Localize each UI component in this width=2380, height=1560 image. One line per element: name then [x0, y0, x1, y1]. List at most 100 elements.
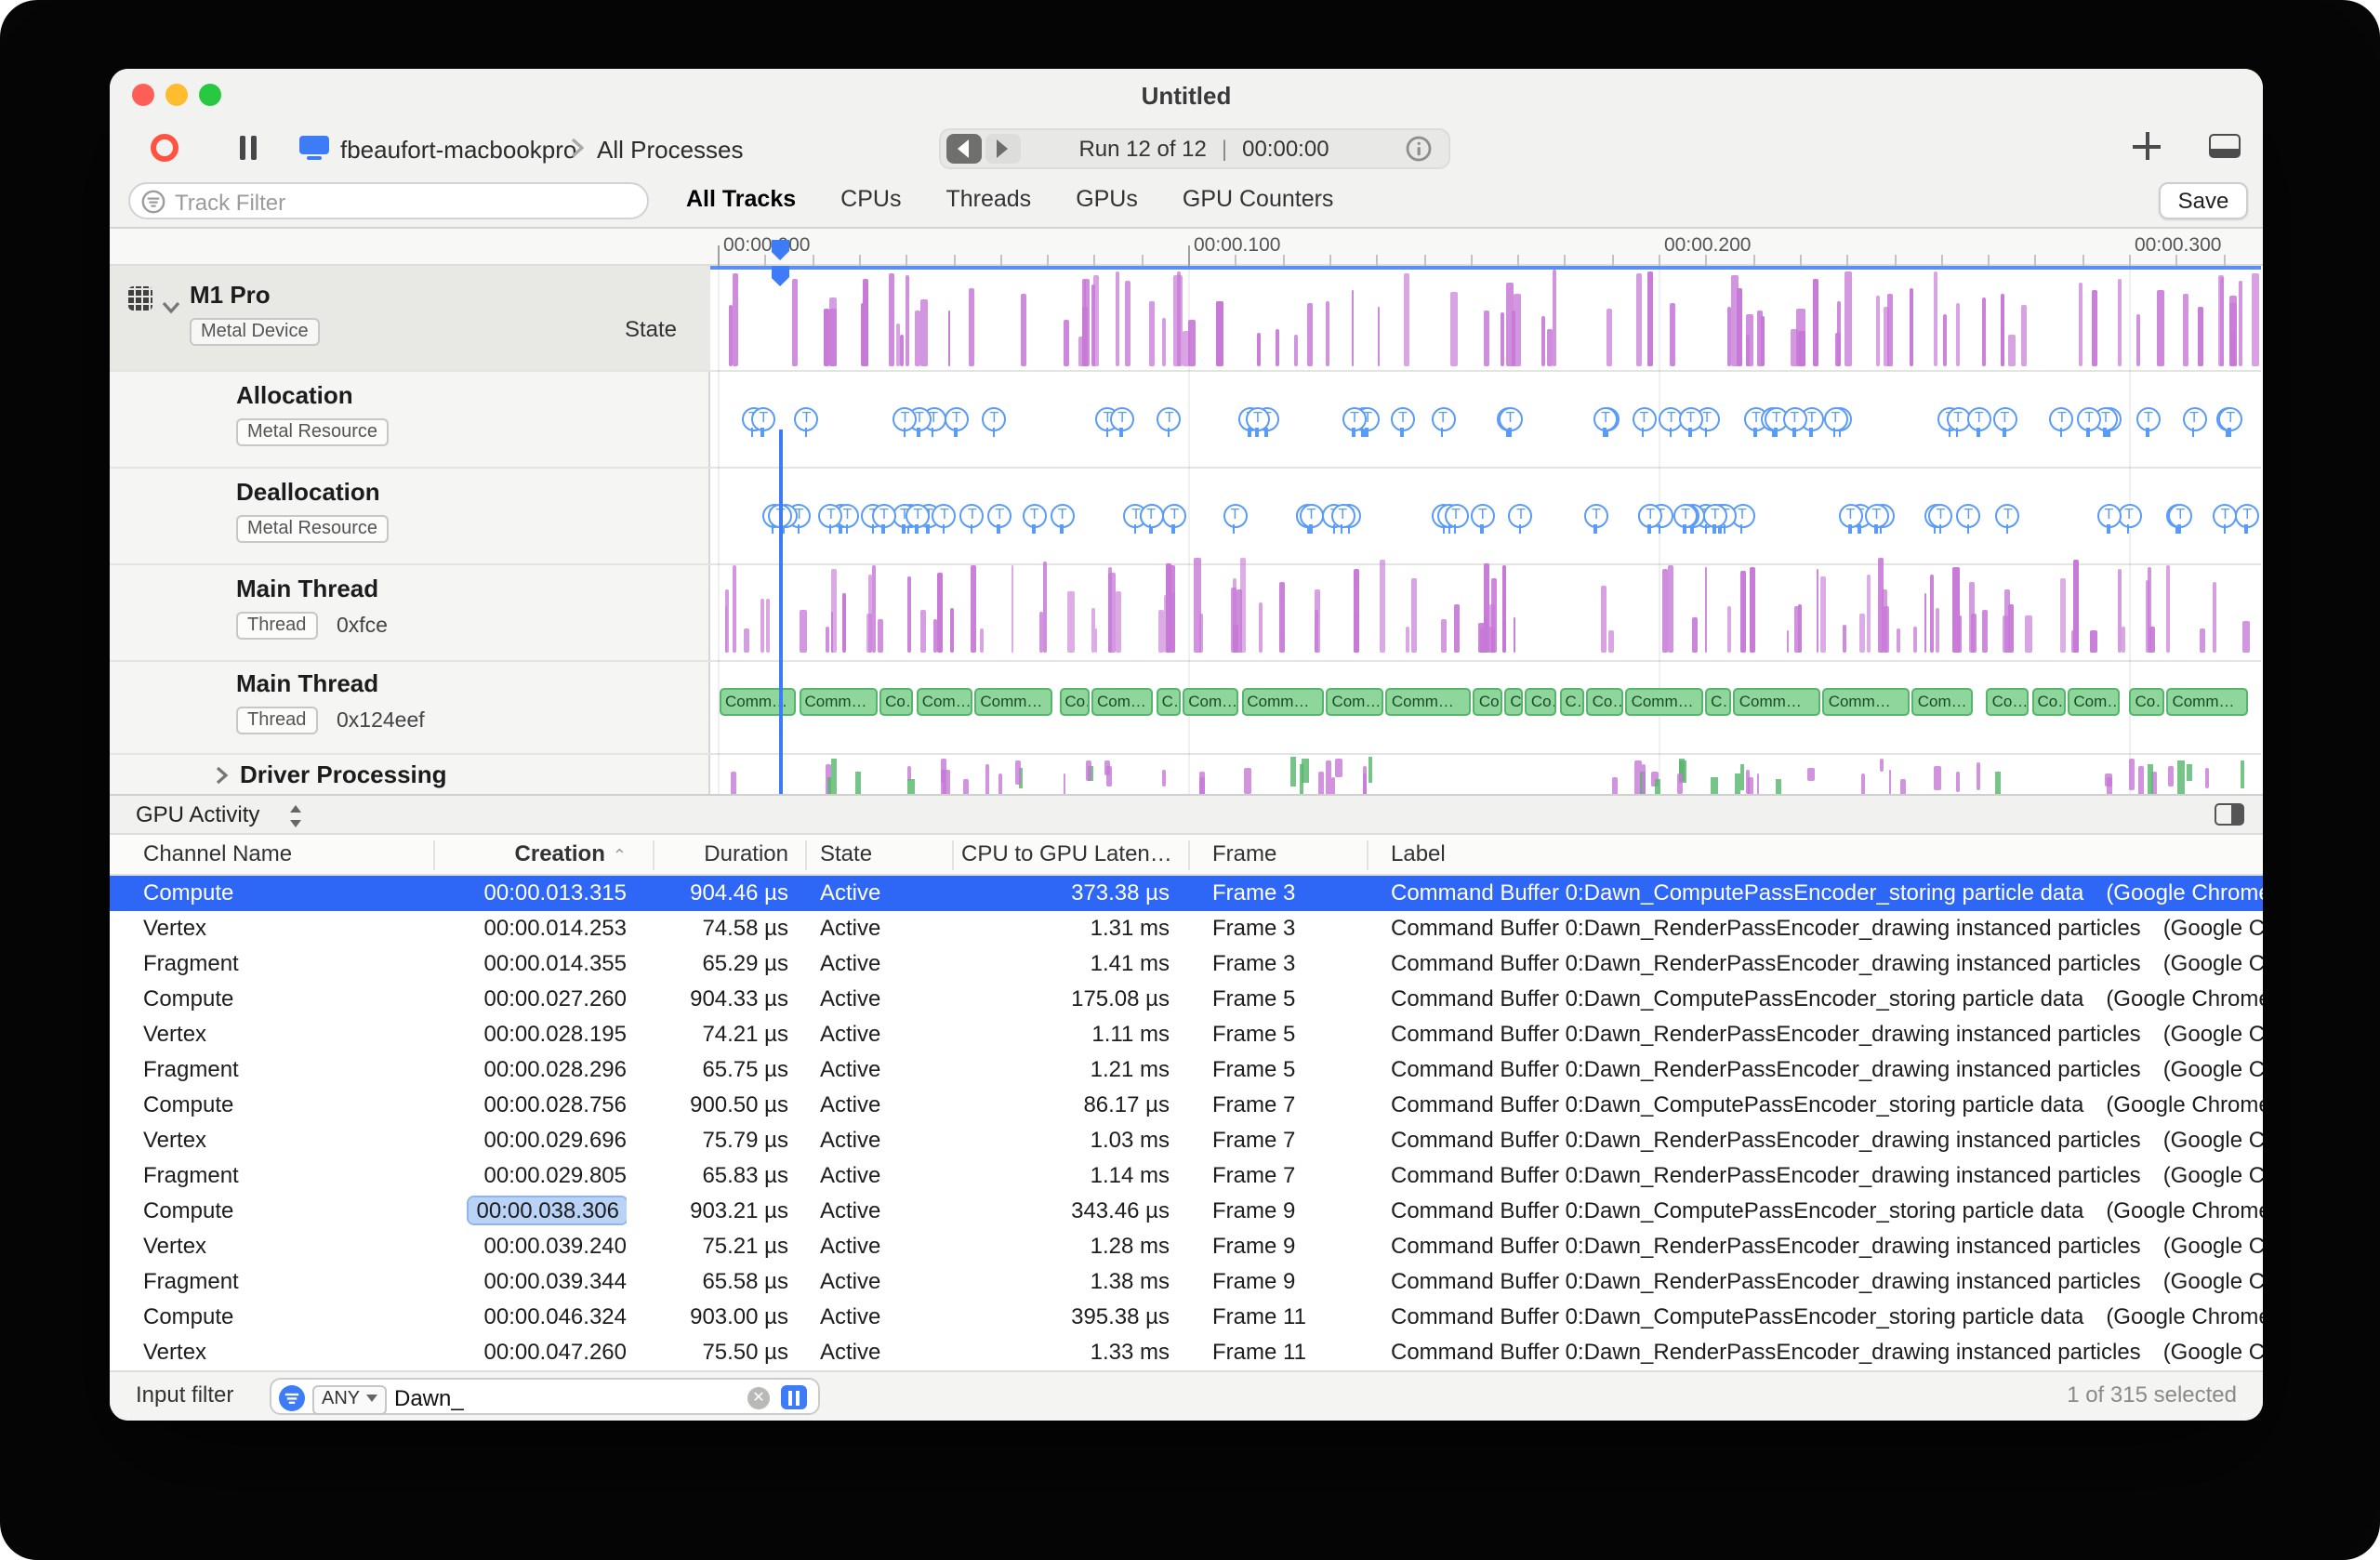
tab-cpus[interactable]: CPUs	[840, 186, 901, 212]
deallocation-marker[interactable]: T	[1702, 503, 1727, 534]
command-buffer-block[interactable]: Comm…	[1625, 688, 1703, 716]
deallocation-marker[interactable]: T	[2096, 503, 2122, 534]
device-name[interactable]: fbeaufort-macbookpro	[340, 136, 576, 164]
toggle-inspector-button[interactable]	[2215, 803, 2244, 826]
deallocation-marker[interactable]: T	[1470, 503, 1495, 534]
table-row[interactable]: Fragment 00:00.029.805 65.83 µs Active 1.14 …	[110, 1158, 2263, 1194]
next-run-button[interactable]	[985, 134, 1021, 164]
allocation-marker[interactable]: T	[1391, 406, 1416, 437]
table-row[interactable]: Compute 00:00.013.315 904.46 µs Active 373.3…	[110, 876, 2263, 911]
playhead-line[interactable]	[779, 430, 782, 794]
command-buffer-block[interactable]: Comm…	[1822, 688, 1910, 716]
deallocation-marker[interactable]: T	[1444, 503, 1469, 534]
command-buffer-block[interactable]: C…	[1705, 688, 1731, 716]
deallocation-marker[interactable]: T	[1223, 503, 1248, 534]
col-header-state[interactable]: State	[820, 840, 954, 866]
record-icon[interactable]	[151, 134, 178, 162]
tab-gpu-counters[interactable]: GPU Counters	[1183, 186, 1334, 212]
allocation-marker[interactable]: T	[2182, 406, 2207, 437]
tab-all-tracks[interactable]: All Tracks	[686, 186, 796, 212]
command-buffer-block[interactable]: Co…	[1525, 688, 1557, 716]
table-row[interactable]: Fragment 00:00.039.344 65.58 µs Active 1.38 …	[110, 1264, 2263, 1300]
command-buffer-block[interactable]: Com…	[1091, 688, 1154, 716]
track-header-main-thread-0x124eef[interactable]: Main Thread Thread 0x124eef	[110, 660, 710, 753]
command-buffer-block[interactable]: Comm…	[1385, 688, 1471, 716]
deallocation-marker[interactable]: T	[959, 503, 985, 534]
track-filter-input[interactable]: Track Filter	[128, 182, 649, 219]
filter-options-button[interactable]	[781, 1385, 807, 1409]
col-header-channel-name[interactable]: Channel Name	[143, 840, 422, 866]
allocation-marker[interactable]: T	[2218, 406, 2243, 437]
allocation-marker[interactable]: T	[982, 406, 1007, 437]
deallocation-marker[interactable]: T	[871, 503, 896, 534]
clear-filter-button[interactable]: ✕	[747, 1386, 770, 1408]
allocation-marker[interactable]: T	[1992, 406, 2017, 437]
table-row[interactable]: Compute 00:00.038.306 903.21 µs Active 343.4…	[110, 1194, 2263, 1229]
deallocation-marker[interactable]: T	[1956, 503, 1981, 534]
deallocation-marker[interactable]: T	[1050, 503, 1075, 534]
title-bar[interactable]: Untitled	[110, 69, 2263, 121]
allocation-marker[interactable]: T	[1431, 406, 1456, 437]
track-header-deallocation[interactable]: Deallocation Metal Resource	[110, 467, 710, 563]
command-buffer-block[interactable]: Comm…	[1733, 688, 1820, 716]
allocation-marker[interactable]: T	[944, 406, 969, 437]
deallocation-marker[interactable]: T	[1584, 503, 1609, 534]
track-header-driver-processing[interactable]: Driver Processing	[110, 753, 710, 794]
allocation-marker[interactable]: T	[1823, 406, 1848, 437]
command-buffer-block[interactable]: Comm…	[799, 688, 878, 716]
allocation-marker[interactable]: T	[1342, 406, 1367, 437]
command-buffer-block[interactable]: Com…	[2068, 688, 2121, 716]
command-buffer-block[interactable]: Comm…	[720, 688, 797, 716]
save-button[interactable]: Save	[2159, 182, 2248, 219]
deallocation-marker[interactable]: T	[1299, 503, 1324, 534]
table-row[interactable]: Vertex 00:00.039.240 75.21 µs Active 1.28 ms…	[110, 1229, 2263, 1264]
col-header-cpu-to-gpu-latency[interactable]: CPU to GPU Laten…	[961, 840, 1170, 866]
allocation-marker[interactable]: T	[751, 406, 776, 437]
allocation-marker[interactable]: T	[1782, 406, 1807, 437]
command-buffer-block[interactable]: C…	[1559, 688, 1584, 716]
command-buffer-block[interactable]: C…	[1156, 688, 1181, 716]
deallocation-marker[interactable]: T	[1508, 503, 1533, 534]
command-buffer-block[interactable]: Com…	[1911, 688, 1973, 716]
deallocation-marker[interactable]: T	[1330, 503, 1355, 534]
table-row[interactable]: Compute 00:00.046.324 903.00 µs Active 395.3…	[110, 1300, 2263, 1335]
command-buffer-block[interactable]: Co…	[879, 688, 914, 716]
allocation-marker[interactable]: T	[1966, 406, 1991, 437]
tab-threads[interactable]: Threads	[945, 186, 1031, 212]
table-row[interactable]: Compute 00:00.027.260 904.33 µs Active 175.0…	[110, 982, 2263, 1017]
deallocation-marker[interactable]: T	[987, 503, 1012, 534]
command-buffer-block[interactable]: Comm…	[1241, 688, 1324, 716]
track-header-allocation[interactable]: Allocation Metal Resource	[110, 370, 710, 467]
table-row[interactable]: Vertex 00:00.028.195 74.21 µs Active 1.11 ms…	[110, 1017, 2263, 1052]
table-row[interactable]: Compute 00:00.028.756 900.50 µs Active 86.17…	[110, 1088, 2263, 1123]
deallocation-marker[interactable]: T	[1838, 503, 1863, 534]
col-header-duration[interactable]: Duration	[640, 840, 788, 866]
command-buffer-block[interactable]: C…	[1504, 688, 1523, 716]
deallocation-marker[interactable]: T	[2168, 503, 2193, 534]
command-buffer-block[interactable]: Comm…	[974, 688, 1053, 716]
command-buffer-block[interactable]: Co…	[2129, 688, 2164, 716]
detail-view-popup[interactable]: GPU Activity	[136, 801, 259, 827]
tab-gpus[interactable]: GPUs	[1076, 186, 1138, 212]
deallocation-marker[interactable]: T	[1139, 503, 1164, 534]
allocation-marker[interactable]: T	[2077, 406, 2102, 437]
allocation-marker[interactable]: T	[1498, 406, 1523, 437]
table-row[interactable]: Vertex 00:00.029.696 75.79 µs Active 1.03 ms…	[110, 1123, 2263, 1158]
allocation-marker[interactable]: T	[1245, 406, 1270, 437]
table-row[interactable]: Fragment 00:00.028.296 65.75 µs Active 1.21 …	[110, 1052, 2263, 1088]
deallocation-marker[interactable]: T	[1864, 503, 1889, 534]
table-row[interactable]: Fragment 00:00.014.355 65.29 µs Active 1.41 …	[110, 946, 2263, 982]
allocation-marker[interactable]: T	[1157, 406, 1182, 437]
active-filter-icon[interactable]	[279, 1385, 305, 1417]
allocation-marker[interactable]: T	[2049, 406, 2074, 437]
command-buffer-block[interactable]: Co…	[1586, 688, 1623, 716]
timeline-ruler[interactable]: 00:00.000 00:00.100 00:00.200 00:00.300	[110, 229, 2263, 266]
deallocation-marker[interactable]: T	[932, 503, 957, 534]
toggle-detail-pane-button[interactable]	[2209, 134, 2241, 158]
command-buffer-block[interactable]: Co…	[1059, 688, 1089, 716]
command-buffer-block[interactable]: Co…	[2031, 688, 2066, 716]
chevron-down-icon[interactable]	[162, 294, 180, 320]
col-header-label[interactable]: Label	[1391, 840, 1763, 866]
command-buffer-block[interactable]: Comm…	[2166, 688, 2249, 716]
deallocation-marker[interactable]: T	[1162, 503, 1187, 534]
